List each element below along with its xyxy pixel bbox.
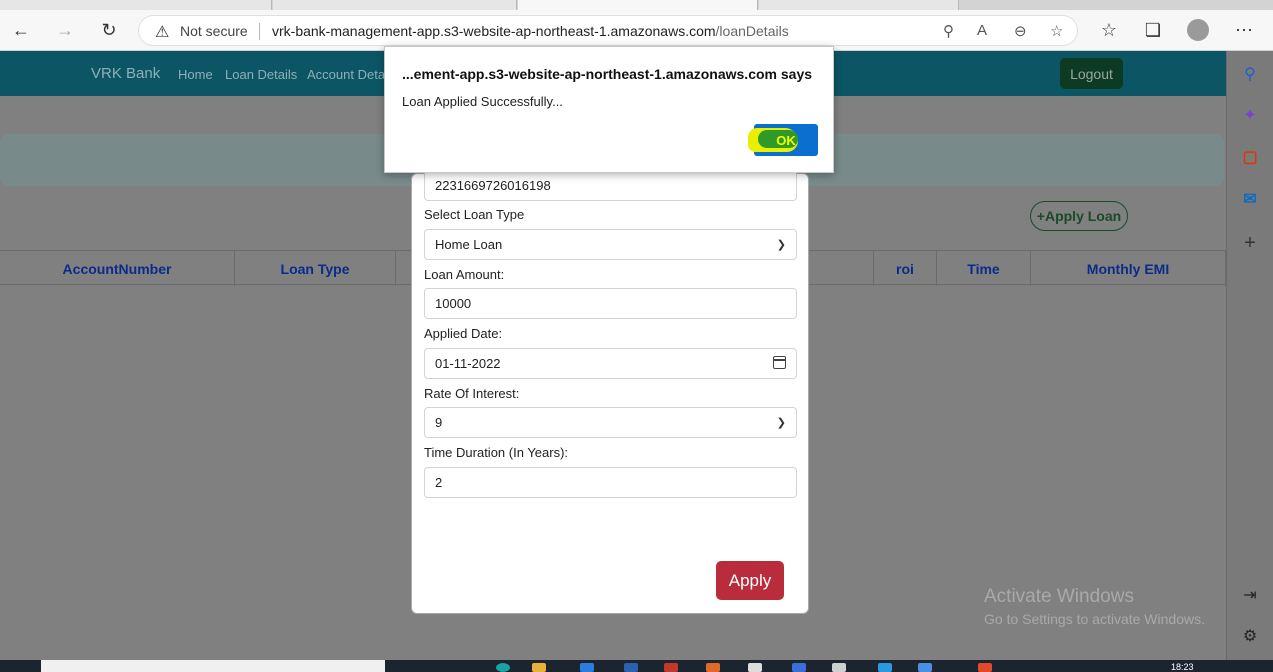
alert-message: Loan Applied Successfully...: [402, 94, 563, 109]
alert-dialog: ...ement-app.s3-website-ap-northeast-1.a…: [384, 46, 834, 173]
nav-link-account-details[interactable]: Account Deta: [307, 67, 385, 82]
loan-amount-label: Loan Amount:: [424, 267, 505, 282]
forward-icon[interactable]: →: [53, 18, 77, 42]
calendar-icon[interactable]: [773, 356, 786, 369]
rate-of-interest-label: Rate Of Interest:: [424, 386, 520, 401]
divider: [259, 23, 260, 40]
browser-tab-active[interactable]: [518, 0, 758, 10]
taskbar-app-icon[interactable]: [918, 663, 932, 672]
ok-button[interactable]: OK: [748, 124, 818, 156]
hide-sidebar-icon[interactable]: ⇥: [1240, 585, 1260, 605]
time-duration-input[interactable]: 2: [424, 467, 797, 498]
chevron-down-icon: ❯: [776, 417, 786, 429]
browser-sidebar: ⚲ ✦ ▢ ✉ + ⇥ ⚙: [1226, 51, 1273, 660]
browser-tab[interactable]: [759, 0, 959, 10]
taskbar-app-icon[interactable]: [624, 663, 638, 672]
add-icon[interactable]: +: [1240, 232, 1260, 254]
chevron-down-icon: ❯: [776, 239, 786, 251]
column-header-loan-type[interactable]: Loan Type: [235, 251, 396, 286]
apply-loan-modal: 2231669726016198 Select Loan Type Home L…: [411, 170, 809, 614]
url-host: vrk-bank-management-app.s3-website-ap-no…: [272, 23, 716, 39]
applied-date-value: 01-11-2022: [435, 356, 501, 371]
activation-watermark-title: Activate Windows: [984, 586, 1134, 607]
settings-gear-icon[interactable]: ⚙: [1240, 626, 1260, 646]
account-number-field[interactable]: 2231669726016198: [424, 170, 797, 201]
profile-avatar[interactable]: [1186, 18, 1210, 42]
browser-toolbar: ← → ↻ ⚠ Not secure vrk-bank-management-a…: [0, 10, 1273, 51]
rate-of-interest-select[interactable]: 9 ❯: [424, 407, 797, 438]
read-aloud-icon[interactable]: A: [977, 22, 987, 39]
taskbar-app-icon[interactable]: [748, 663, 762, 672]
taskbar-clock[interactable]: 18:23: [1171, 662, 1194, 672]
taskbar-app-icon[interactable]: [792, 663, 806, 672]
alert-title: ...ement-app.s3-website-ap-northeast-1.a…: [402, 66, 813, 82]
more-menu-icon[interactable]: ⋯: [1232, 18, 1256, 42]
loan-type-select[interactable]: Home Loan ❯: [424, 229, 797, 260]
back-icon[interactable]: ←: [9, 18, 33, 42]
applied-date-label: Applied Date:: [424, 326, 503, 341]
taskbar-app-icon[interactable]: [706, 663, 720, 672]
browser-tab[interactable]: [273, 0, 517, 10]
column-header-time[interactable]: Time: [937, 251, 1031, 286]
search-icon[interactable]: ⚲: [1240, 64, 1260, 84]
time-duration-label: Time Duration (In Years):: [424, 445, 569, 460]
key-icon[interactable]: ⚲: [943, 22, 954, 40]
apply-loan-button[interactable]: +Apply Loan: [1030, 201, 1128, 231]
ok-button-label: OK: [776, 132, 796, 148]
column-header-account-number[interactable]: AccountNumber: [0, 251, 235, 286]
security-label[interactable]: Not secure: [180, 23, 248, 39]
address-bar[interactable]: ⚠ Not secure vrk-bank-management-app.s3-…: [138, 15, 1078, 46]
outlook-icon[interactable]: ✉: [1240, 189, 1260, 209]
taskbar: 18:23: [0, 660, 1273, 672]
loan-amount-input[interactable]: 10000: [424, 288, 797, 319]
zoom-out-icon[interactable]: ⊖: [1014, 22, 1027, 40]
rate-of-interest-value: 9: [435, 415, 443, 430]
taskbar-app-icon[interactable]: [664, 663, 678, 672]
loan-type-value: Home Loan: [435, 237, 503, 252]
office-icon[interactable]: ▢: [1240, 147, 1260, 167]
favorite-add-icon[interactable]: ☆: [1050, 22, 1063, 40]
taskbar-app-icon[interactable]: [532, 663, 546, 672]
taskbar-app-icon[interactable]: [978, 663, 992, 672]
warning-icon: ⚠: [155, 24, 170, 41]
taskbar-app-icon[interactable]: [496, 663, 510, 672]
nav-link-home[interactable]: Home: [178, 67, 213, 82]
taskbar-app-icon[interactable]: [580, 663, 594, 672]
collections-icon[interactable]: ❏: [1141, 18, 1165, 42]
nav-link-loan-details[interactable]: Loan Details: [225, 67, 297, 82]
url-text[interactable]: vrk-bank-management-app.s3-website-ap-no…: [272, 23, 789, 39]
favorites-icon[interactable]: ☆: [1097, 18, 1121, 42]
applied-date-input[interactable]: 01-11-2022: [424, 348, 797, 379]
taskbar-app-icon[interactable]: [832, 663, 846, 672]
column-header-monthly-emi[interactable]: Monthly EMI: [1031, 251, 1226, 286]
logout-button[interactable]: Logout: [1060, 58, 1123, 89]
reload-icon[interactable]: ↻: [97, 18, 121, 42]
url-path: /loanDetails: [715, 23, 789, 39]
activation-watermark-text: Go to Settings to activate Windows.: [984, 611, 1205, 627]
brand-logo[interactable]: VRK Bank: [91, 65, 160, 82]
loan-type-label: Select Loan Type: [424, 207, 525, 222]
copilot-icon[interactable]: ✦: [1240, 105, 1260, 125]
apply-button[interactable]: Apply: [716, 561, 784, 600]
column-header-roi[interactable]: roi: [873, 251, 937, 286]
tab-strip: [0, 0, 1273, 10]
taskbar-app-icon[interactable]: [878, 663, 892, 672]
browser-tab[interactable]: [0, 0, 272, 10]
taskbar-search[interactable]: [41, 660, 385, 672]
